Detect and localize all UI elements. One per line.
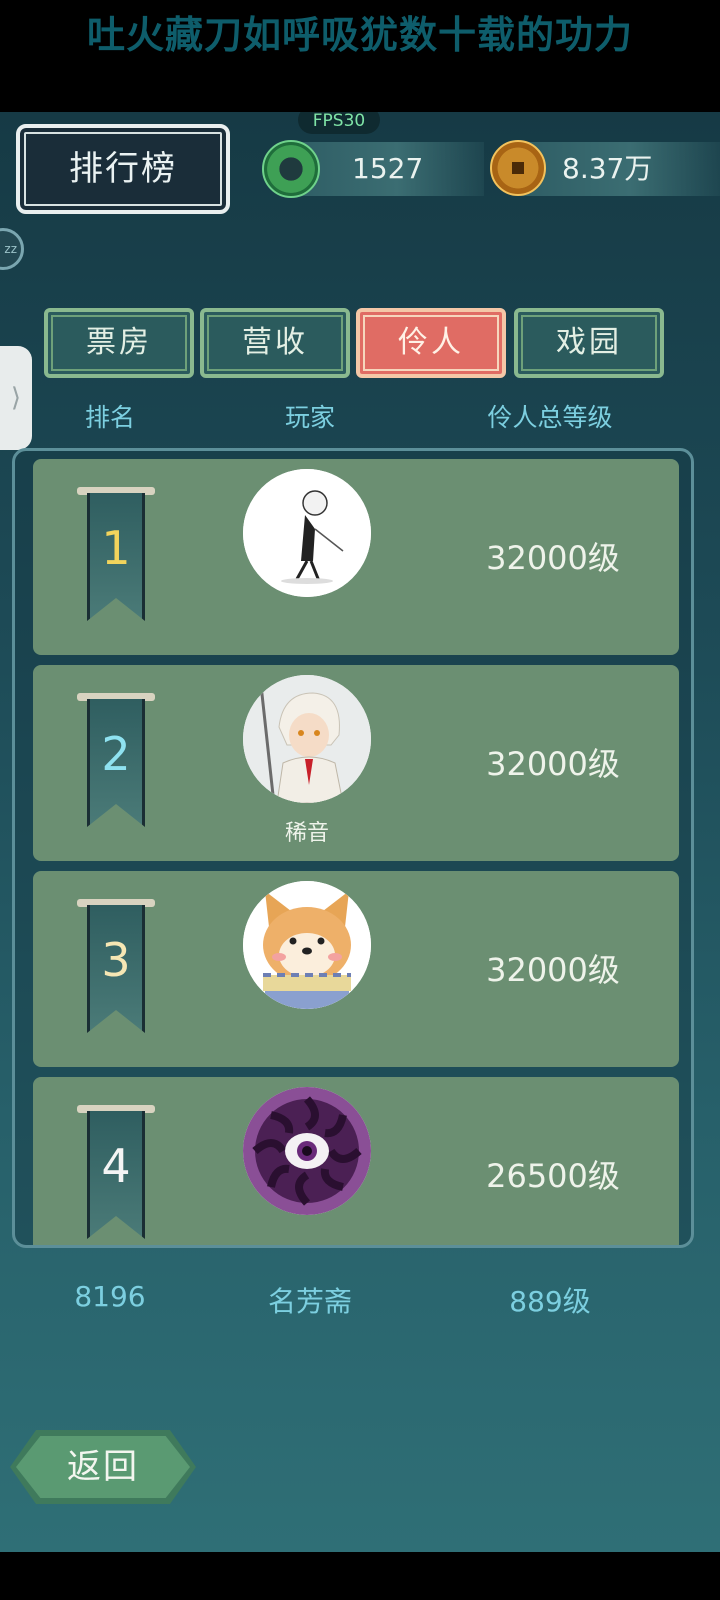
my-name: 名芳斋: [267, 1285, 352, 1318]
coin-icon: [490, 140, 546, 196]
bottom-bar: [0, 1552, 720, 1600]
my-level: 889级: [509, 1285, 591, 1318]
tab-theater[interactable]: 戏园: [514, 308, 664, 378]
column-header-level: 伶人总等级: [487, 403, 613, 432]
coin-currency[interactable]: 8.37万: [490, 140, 720, 196]
eye-avatar[interactable]: [243, 1087, 371, 1215]
player-level: 32000级: [486, 539, 620, 577]
jade-currency[interactable]: 1527: [262, 140, 484, 198]
leaderboard-row[interactable]: 4 26500级: [33, 1077, 679, 1245]
tab-box-office[interactable]: 票房: [44, 308, 194, 378]
top-banner: 吐火藏刀如呼吸犹数十载的功力: [0, 0, 720, 112]
back-button[interactable]: 返回: [10, 1430, 196, 1504]
rank-ribbon: 3: [77, 899, 155, 1035]
rank-ribbon: 4: [77, 1105, 155, 1241]
banner-title: 吐火藏刀如呼吸犹数十载的功力: [86, 13, 633, 57]
my-rank: 8196: [74, 1280, 146, 1313]
column-header-player: 玩家: [284, 403, 335, 432]
rank-number: 4: [101, 1139, 131, 1193]
rank-number: 1: [101, 521, 131, 575]
rank-number: 3: [101, 933, 131, 987]
coin-amount: 8.37万: [562, 152, 653, 185]
tab-label: 戏园: [556, 325, 622, 360]
tab-label: 伶人: [398, 325, 464, 360]
rank-ribbon: 1: [77, 487, 155, 623]
leaderboard-row[interactable]: 1 32000级: [33, 459, 679, 655]
rank-number: 2: [101, 727, 131, 781]
page-title: 排行榜: [16, 124, 230, 214]
leaderboard-row[interactable]: 2 稀音 32000级: [33, 665, 679, 861]
player-level: 26500级: [486, 1157, 620, 1195]
rank-ribbon: 2: [77, 693, 155, 829]
leaderboard-row[interactable]: 3 32000级: [33, 871, 679, 1067]
anime-avatar[interactable]: [243, 675, 371, 803]
sleep-icon[interactable]: zz: [0, 228, 24, 270]
leaderboard-list[interactable]: 1 32000级 2 稀音 32000级 3 32000级 4 26500级: [12, 448, 694, 1248]
player-level: 32000级: [486, 745, 620, 783]
tab-label: 营收: [242, 325, 308, 360]
page-title-label: 排行榜: [69, 149, 177, 189]
jade-amount: 1527: [352, 152, 424, 185]
fps-indicator: FPS30: [298, 112, 380, 134]
shiba-avatar[interactable]: [243, 881, 371, 1009]
player-level: 32000级: [486, 951, 620, 989]
player-name: 稀音: [284, 821, 329, 846]
back-button-label: 返回: [67, 1447, 139, 1487]
column-header-rank: 排名: [84, 403, 135, 432]
tab-performers[interactable]: 伶人: [356, 308, 506, 378]
jade-icon: [262, 140, 320, 198]
side-panel-toggle[interactable]: ⟩: [0, 346, 32, 450]
sketch-avatar[interactable]: [243, 469, 371, 597]
tab-revenue[interactable]: 营收: [200, 308, 350, 378]
leaderboard-screen: FPS30 排行榜 1527 8.37万 zz ⟩ 票房 营收 伶人 戏园 排名…: [0, 112, 720, 1552]
tab-label: 票房: [86, 325, 152, 360]
